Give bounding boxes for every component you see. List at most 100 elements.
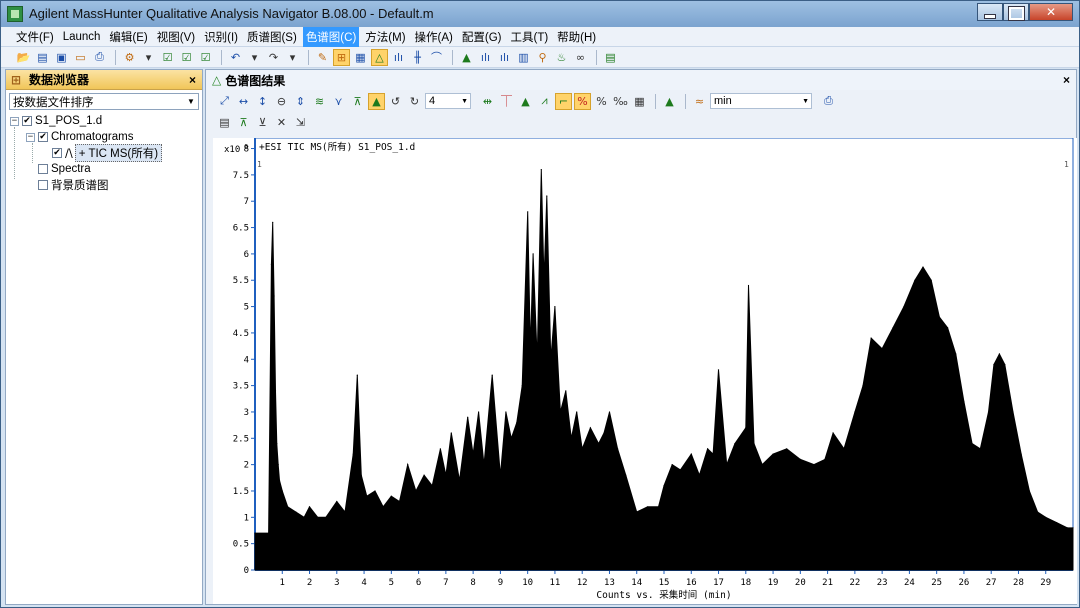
open-method-icon[interactable]: ▤ (34, 49, 51, 66)
data-point (881, 348, 883, 350)
menu-method[interactable]: 方法(M) (362, 27, 408, 47)
chevron-down-icon[interactable]: ▼ (184, 97, 198, 106)
tree-item-file[interactable]: − ✔ S1_POS_1.d (6, 113, 202, 129)
autoscale-x-icon[interactable]: ↔ (235, 93, 252, 110)
check-all-icon[interactable]: ☑ (178, 49, 195, 66)
autoscale-icon[interactable]: ⤢ (216, 93, 233, 110)
menu-actions[interactable]: 操作(A) (412, 27, 456, 47)
print-chart-icon[interactable]: ⎙ (820, 93, 837, 110)
integrate-peaks-icon[interactable]: ▲ (368, 92, 385, 110)
data-point (458, 479, 461, 481)
baseline-icon[interactable]: ⊼ (349, 93, 366, 110)
integrate-icon[interactable]: ▲ (458, 49, 475, 66)
collapse-icon[interactable]: − (26, 132, 35, 142)
menu-tools[interactable]: 工具(T) (507, 27, 551, 47)
tree-item-background[interactable]: 背景质谱图 (6, 177, 202, 193)
menu-identify[interactable]: 识别(I) (201, 27, 241, 47)
menu-edit[interactable]: 编辑(E) (106, 27, 150, 47)
report-icon[interactable]: ▦ (352, 49, 369, 66)
undo-icon[interactable]: ↶ (227, 49, 244, 66)
menu-file[interactable]: 文件(F) (13, 27, 57, 47)
rotate-right-icon[interactable]: ↻ (406, 93, 423, 110)
menu-configure[interactable]: 配置(G) (459, 27, 505, 47)
print-icon[interactable]: ⎙ (91, 49, 108, 66)
search-library-icon[interactable]: ⚲ (534, 49, 551, 66)
data-navigator-icon[interactable]: ⊞ (333, 48, 350, 66)
compare-spectrum-icon[interactable]: ılı (496, 49, 513, 66)
fit-height-icon[interactable]: ⇕ (292, 93, 309, 110)
tree-item-tic[interactable]: ✔ /\ + TIC MS(所有) (6, 144, 202, 162)
formula-icon[interactable]: ♨ (553, 49, 570, 66)
check-list-icon[interactable]: ☑ (197, 49, 214, 66)
data-point (499, 474, 501, 476)
export-icon[interactable]: ⇲ (292, 114, 309, 131)
data-point (712, 453, 714, 455)
menu-view[interactable]: 视图(V) (154, 27, 198, 47)
redo-icon[interactable]: ↷ (265, 49, 282, 66)
undo-dropdown-icon[interactable]: ▾ (246, 49, 263, 66)
autoscale-y-icon[interactable]: ↕ (254, 93, 271, 110)
close-button[interactable]: ✕ (1029, 3, 1073, 21)
file-checkbox[interactable]: ✔ (22, 116, 32, 126)
data-point (914, 279, 916, 281)
range-marker-icon[interactable]: ⏉ (498, 93, 515, 110)
pencil-icon[interactable]: ✎ (314, 49, 331, 66)
close-panel-button[interactable]: × (189, 73, 196, 87)
menu-launch[interactable]: Launch (60, 29, 104, 45)
menu-spectrum[interactable]: 质谱图(S) (244, 27, 300, 47)
grid-icon[interactable]: ▦ (631, 93, 648, 110)
rotate-left-icon[interactable]: ↺ (387, 93, 404, 110)
stacked-bars-icon[interactable]: ▥ (515, 49, 532, 66)
chromatograms-checkbox[interactable]: ✔ (38, 132, 48, 142)
overlay-icon[interactable]: ≋ (311, 93, 328, 110)
open-folder-icon[interactable]: 📂 (15, 49, 32, 66)
remove-peak-icon[interactable]: ⊻ (254, 114, 271, 131)
chevron-down-icon[interactable]: ▼ (461, 98, 468, 105)
peak-label-icon[interactable]: ▲ (661, 93, 678, 110)
range-icon[interactable]: ⇹ (479, 93, 496, 110)
tree-item-spectra[interactable]: Spectra (6, 161, 202, 177)
percent-icon[interactable]: % (593, 93, 610, 110)
zoom-out-icon[interactable]: ⊖ (273, 93, 290, 110)
chevron-down-icon[interactable]: ▼ (802, 98, 809, 105)
check-icon[interactable]: ☑ (159, 49, 176, 66)
tic-chromatogram-chart[interactable]: x10 6 +ESI TIC MS(所有) S1_POS_1.d 1 1 0 0.… (213, 138, 1077, 604)
molecule-icon[interactable]: ∞ (572, 49, 589, 66)
tree-item-chromatograms[interactable]: − ✔ Chromatograms (6, 129, 202, 145)
redo-dropdown-icon[interactable]: ▾ (284, 49, 301, 66)
background-checkbox[interactable] (38, 180, 48, 190)
ratio-icon[interactable]: ‰ (612, 93, 629, 110)
baseline-draw-icon[interactable]: ⌐ (555, 92, 572, 110)
bar-spectrum-icon[interactable]: ılı (477, 49, 494, 66)
erase-icon[interactable]: ✕ (273, 114, 290, 131)
sort-dropdown[interactable]: 按数据文件排序 ▼ (9, 93, 199, 110)
peak-split-icon[interactable]: ⩘ (536, 93, 553, 110)
chromatogram-results-icon[interactable]: △ (371, 48, 388, 66)
peak-shape-icon[interactable]: ⌒ (428, 49, 445, 66)
spectrum-results-icon[interactable]: ılı (390, 49, 407, 66)
collapse-icon[interactable]: − (10, 116, 19, 126)
database-icon[interactable]: ▤ (602, 49, 619, 66)
add-peak-icon[interactable]: ⊼ (235, 114, 252, 131)
minimize-button[interactable] (977, 3, 1003, 21)
run-method-icon[interactable]: ⚙ (121, 49, 138, 66)
title-bar[interactable]: Agilent MassHunter Qualitative Analysis … (1, 1, 1079, 27)
save-icon[interactable]: ▣ (53, 49, 70, 66)
unit-icon[interactable]: ≈ (691, 93, 708, 110)
table-icon[interactable]: ▤ (216, 114, 233, 131)
count-dropdown[interactable]: 4 ▼ (425, 93, 471, 109)
menu-chromatogram[interactable]: 色谱图(C) (302, 26, 360, 47)
peak-filled-icon[interactable]: ▲ (517, 93, 534, 110)
time-unit-dropdown[interactable]: min ▼ (710, 93, 812, 109)
maximize-button[interactable] (1003, 3, 1029, 21)
open-results-icon[interactable]: ▭ (72, 49, 89, 66)
x-tick-label: 2 (307, 578, 312, 588)
percent-slash-icon[interactable]: % (574, 92, 591, 110)
menu-help[interactable]: 帮助(H) (554, 27, 599, 47)
dropdown-arrow-icon[interactable]: ▾ (140, 49, 157, 66)
spectra-checkbox[interactable] (38, 164, 48, 174)
spectrum-peaks-icon[interactable]: ╫ (409, 49, 426, 66)
tic-checkbox[interactable]: ✔ (52, 148, 62, 158)
peak-pick-icon[interactable]: ⋎ (330, 93, 347, 110)
close-results-button[interactable]: × (1063, 73, 1070, 87)
